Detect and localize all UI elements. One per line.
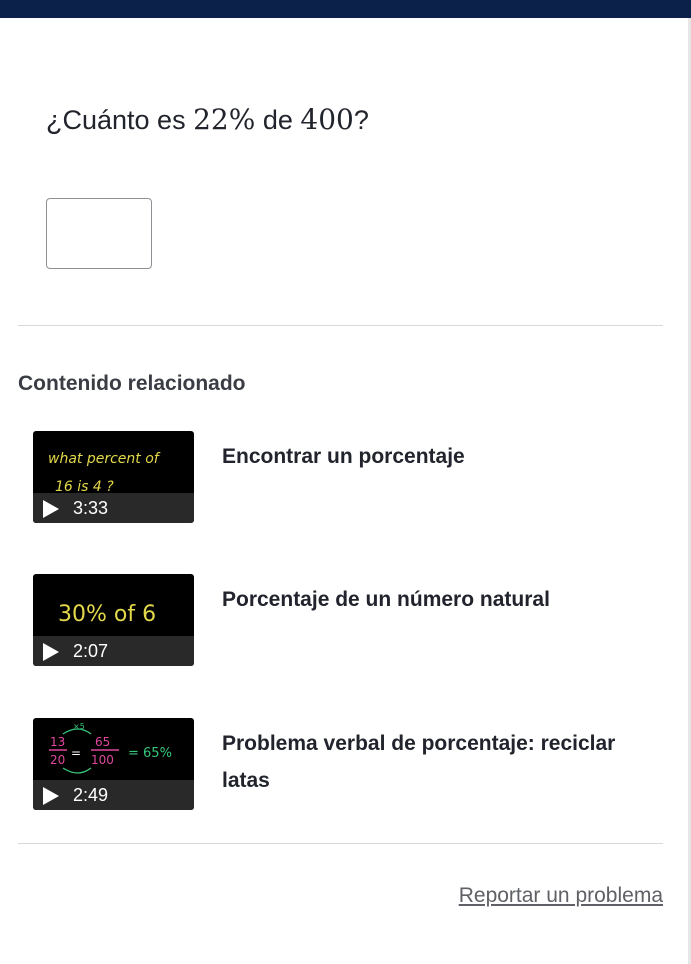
question-suffix: ?: [353, 105, 369, 135]
question-prompt: ¿Cuánto es 22% de 400?: [46, 103, 369, 136]
thumb-fraction2-den: 100: [91, 753, 114, 767]
thumb-fraction2-num: 65: [95, 735, 110, 749]
question-prefix: ¿Cuánto es: [46, 105, 186, 135]
divider: [18, 843, 663, 844]
report-problem-link[interactable]: Reportar un problema: [459, 884, 663, 908]
thumb-line-1: 30% of 6: [58, 602, 156, 627]
duration-bar: 3:33: [33, 493, 194, 523]
video-thumbnail[interactable]: 30% of 6 2:07: [33, 574, 194, 666]
duration-bar: 2:07: [33, 636, 194, 666]
divider: [18, 325, 663, 326]
video-duration: 2:49: [73, 785, 109, 805]
duration-bar: 2:49: [33, 780, 194, 810]
arrow-curve: [62, 767, 92, 774]
related-content-heading: Contenido relacionado: [18, 372, 246, 395]
video-title[interactable]: Encontrar un porcentaje: [222, 438, 642, 475]
thumb-multiplier: ×5: [73, 722, 85, 731]
video-duration: 2:07: [73, 641, 109, 661]
play-icon: [43, 787, 59, 805]
thumb-fraction-num: 13: [50, 735, 65, 749]
related-video-3[interactable]: 13 20 = 65 100 = 65% ×5 2:49 Problema ve…: [33, 718, 653, 810]
related-video-2[interactable]: 30% of 6 2:07 Porcentaje de un número na…: [33, 574, 653, 666]
question-middle: de: [262, 105, 293, 135]
answer-input[interactable]: [46, 198, 152, 269]
video-title[interactable]: Problema verbal de porcentaje: reciclar …: [222, 725, 642, 799]
play-icon: [43, 643, 59, 661]
video-thumbnail[interactable]: 13 20 = 65 100 = 65% ×5 2:49: [33, 718, 194, 810]
thumb-line-1: what percent of: [48, 451, 161, 467]
equals-sign: =: [71, 746, 81, 760]
video-thumbnail[interactable]: what percent of 16 is 4 ? 3:33: [33, 431, 194, 523]
video-title[interactable]: Porcentaje de un número natural: [222, 581, 642, 618]
question-number: 400: [300, 103, 354, 136]
related-video-1[interactable]: what percent of 16 is 4 ? 3:33 Encontrar…: [33, 431, 653, 523]
thumb-fraction-den: 20: [50, 753, 65, 767]
video-duration: 3:33: [73, 498, 109, 518]
question-percent: 22%: [193, 103, 256, 136]
play-icon: [43, 500, 59, 518]
thumb-result: = 65%: [128, 746, 172, 761]
top-navigation-bar: [0, 0, 691, 18]
